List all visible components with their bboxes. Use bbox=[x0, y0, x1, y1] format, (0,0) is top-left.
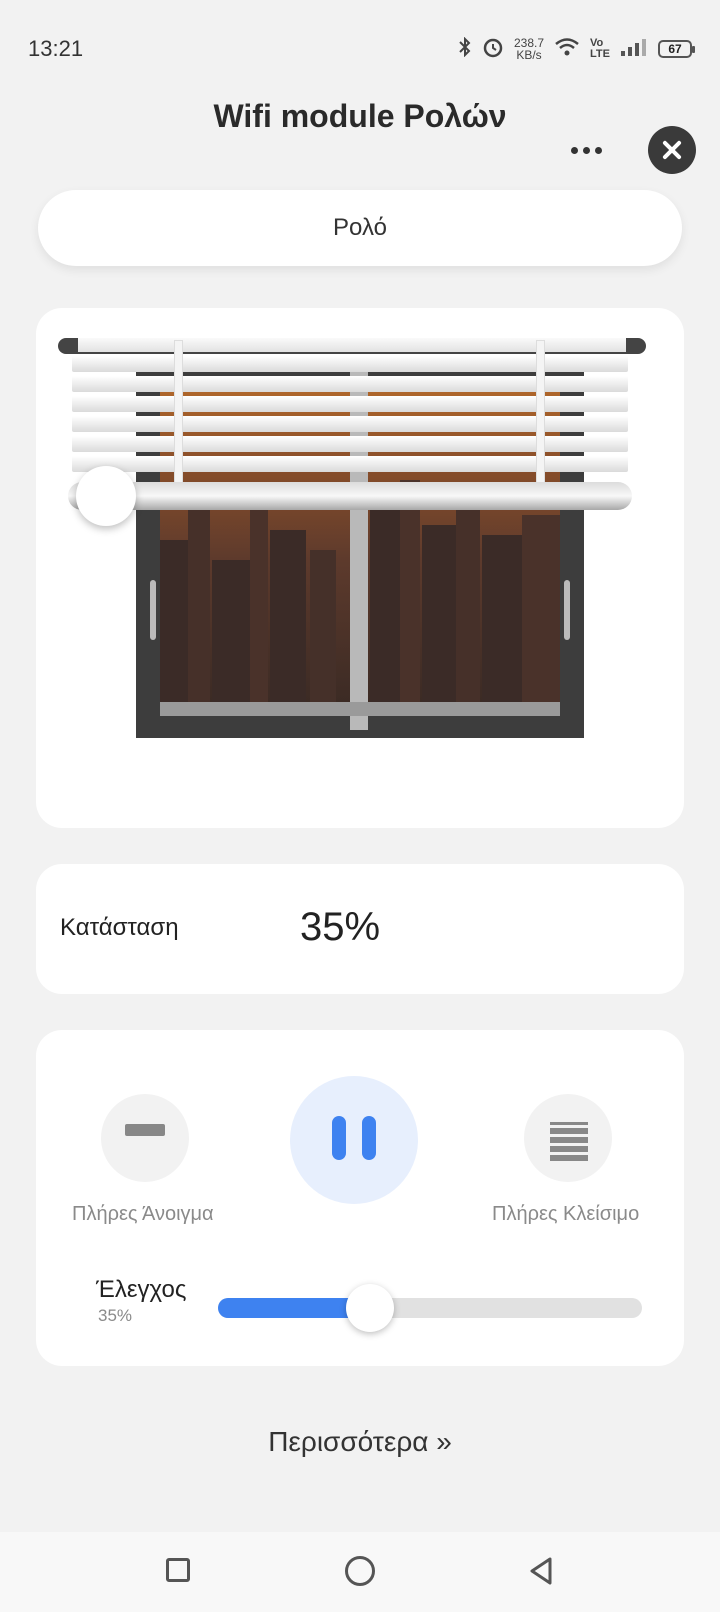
window-handle bbox=[150, 580, 156, 640]
pause-icon bbox=[362, 1116, 376, 1160]
more-options-button[interactable] bbox=[560, 132, 612, 168]
blind-open-icon bbox=[125, 1124, 165, 1136]
dot-icon bbox=[570, 146, 578, 154]
full-open-button[interactable] bbox=[101, 1094, 189, 1182]
double-chevron-right-icon: » bbox=[436, 1426, 452, 1457]
full-close-button[interactable] bbox=[524, 1094, 612, 1182]
battery-level: 67 bbox=[668, 41, 682, 56]
volte-bottom: LTE bbox=[590, 47, 610, 60]
position-slider-thumb[interactable] bbox=[346, 1284, 394, 1332]
volte-indicator: Vo LTE bbox=[590, 36, 610, 60]
window-handle bbox=[564, 580, 570, 640]
signal-icon bbox=[620, 37, 648, 60]
slider-title: Έλεγχος bbox=[96, 1276, 187, 1303]
dot-icon bbox=[582, 146, 590, 154]
network-speed: 238.7 KB/s bbox=[514, 37, 544, 61]
device-name-pill[interactable]: Ρολό bbox=[38, 190, 682, 266]
back-button[interactable] bbox=[528, 1556, 554, 1591]
status-time: 13:21 bbox=[28, 36, 84, 61]
network-speed-value: 238.7 bbox=[514, 35, 545, 50]
more-link-label: Περισσότερα bbox=[268, 1426, 429, 1457]
home-button[interactable] bbox=[345, 1556, 375, 1586]
recents-button[interactable] bbox=[166, 1558, 190, 1582]
full-open-label: Πλήρες Άνοιγμα bbox=[72, 1203, 214, 1225]
blind-cord bbox=[536, 340, 545, 494]
bluetooth-icon bbox=[458, 36, 472, 60]
status-icons: 238.7 KB/s Vo LTE 67 bbox=[458, 36, 695, 61]
window-sill bbox=[160, 702, 560, 716]
blind-cord bbox=[174, 340, 183, 494]
full-close-label: Πλήρες Κλείσιμο bbox=[492, 1203, 640, 1225]
pause-button[interactable] bbox=[290, 1076, 418, 1204]
volte-top: Vo bbox=[590, 36, 604, 49]
status-label: Κατάσταση bbox=[60, 914, 179, 941]
pause-icon bbox=[332, 1116, 346, 1160]
more-link[interactable]: Περισσότερα » bbox=[0, 1426, 720, 1458]
page-title: Wifi module Ρολών bbox=[213, 98, 507, 134]
close-button[interactable] bbox=[648, 126, 696, 174]
status-value: 35% bbox=[300, 905, 381, 949]
battery-icon: 67 bbox=[658, 39, 695, 58]
blind-bottom-bar bbox=[68, 482, 632, 510]
dot-icon bbox=[594, 146, 602, 154]
blind-position-handle[interactable] bbox=[76, 466, 136, 526]
wifi-icon bbox=[554, 37, 580, 60]
network-speed-unit: KB/s bbox=[516, 47, 542, 62]
slider-value: 35% bbox=[98, 1306, 133, 1325]
alarm-icon bbox=[482, 36, 504, 61]
